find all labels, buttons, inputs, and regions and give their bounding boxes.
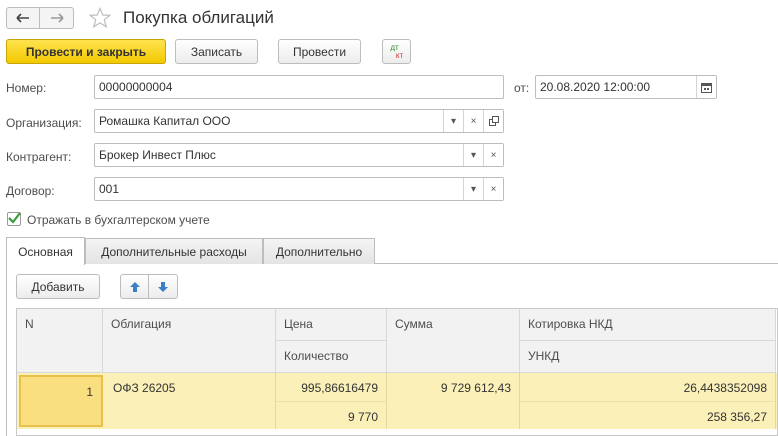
contract-clear-button[interactable]: × (483, 178, 503, 200)
move-up-button[interactable] (120, 274, 149, 299)
organization-dropdown-button[interactable]: ▾ (443, 110, 463, 132)
forward-button[interactable] (40, 7, 74, 29)
column-header-price[interactable]: Цена (276, 309, 387, 341)
table-row[interactable]: 1 ОФЗ 26205 995,86616479 9 770 9 729 612… (17, 373, 777, 429)
tab-main[interactable]: Основная (6, 237, 85, 265)
accounting-checkbox-label: Отражать в бухгалтерском учете (27, 213, 210, 227)
date-value: 20.08.2020 12:00:00 (540, 80, 651, 94)
counterparty-value: Брокер Инвест Плюс (99, 148, 216, 162)
cell-bond[interactable]: ОФЗ 26205 (103, 373, 276, 429)
contract-dropdown-button[interactable]: ▾ (463, 178, 483, 200)
organization-field[interactable]: Ромашка Капитал ООО ▾ × (94, 109, 504, 133)
dropdown-arrow-icon: ▾ (470, 183, 477, 195)
cell-price[interactable]: 995,86616479 (276, 373, 387, 401)
clear-icon: × (470, 115, 477, 127)
organization-clear-button[interactable]: × (463, 110, 483, 132)
post-and-close-button[interactable]: Провести и закрыть (6, 39, 166, 64)
contract-field[interactable]: 001 ▾ × (94, 177, 504, 201)
organization-label: Организация: (6, 116, 82, 130)
column-header-nkd-quote[interactable]: Котировка НКД (520, 309, 776, 341)
favorite-star-icon[interactable] (88, 6, 112, 32)
date-label: от: (514, 81, 530, 95)
back-button[interactable] (6, 7, 40, 29)
arrow-down-icon (158, 281, 168, 292)
tab-additional-expenses[interactable]: Дополнительные расходы (85, 238, 263, 264)
cell-unkd[interactable]: 258 356,27 (520, 401, 776, 429)
page-title: Покупка облигаций (123, 8, 274, 27)
column-header-n[interactable]: N (17, 309, 103, 373)
column-header-quantity[interactable]: Количество (276, 341, 387, 373)
arrow-up-icon (129, 281, 140, 292)
clear-icon: × (490, 149, 497, 161)
tab-additional[interactable]: Дополнительно (263, 238, 375, 264)
checkmark-icon (8, 212, 21, 224)
post-button[interactable]: Провести (278, 39, 361, 64)
column-header-amount[interactable]: Сумма (387, 309, 520, 373)
cell-quantity[interactable]: 9 770 (276, 401, 387, 429)
column-header-bond[interactable]: Облигация (103, 309, 276, 373)
number-label: Номер: (6, 81, 47, 95)
dropdown-arrow-icon: ▾ (470, 149, 477, 161)
cell-nkd-quote[interactable]: 26,4438352098 (520, 373, 776, 401)
clear-icon: × (490, 183, 497, 195)
open-form-icon (488, 116, 499, 126)
save-button[interactable]: Записать (175, 39, 258, 64)
counterparty-label: Контрагент: (6, 150, 72, 164)
date-field[interactable]: 20.08.2020 12:00:00 (535, 75, 717, 99)
move-down-button[interactable] (148, 274, 178, 299)
contract-label: Договор: (6, 184, 55, 198)
column-header-unkd[interactable]: УНКД (520, 341, 776, 373)
contract-value: 001 (99, 182, 120, 196)
tab-panel-border (6, 264, 7, 436)
dropdown-arrow-icon: ▾ (450, 115, 457, 127)
organization-open-button[interactable] (483, 110, 503, 132)
counterparty-field[interactable]: Брокер Инвест Плюс ▾ × (94, 143, 504, 167)
cell-amount[interactable]: 9 729 612,43 (387, 373, 520, 429)
number-field[interactable]: 00000000004 (94, 75, 504, 99)
arrow-left-icon (16, 13, 29, 23)
calendar-button[interactable] (696, 76, 716, 98)
arrow-right-icon (50, 13, 64, 23)
dt-kt-postings-button[interactable]: дт кт (382, 39, 411, 64)
calendar-icon (701, 82, 712, 93)
organization-value: Ромашка Капитал ООО (99, 114, 231, 128)
bonds-table[interactable]: N Облигация Цена Количество Сумма Котиро… (16, 308, 778, 436)
counterparty-dropdown-button[interactable]: ▾ (463, 144, 483, 166)
accounting-checkbox[interactable] (7, 212, 21, 226)
add-row-button[interactable]: Добавить (16, 274, 100, 299)
cell-n[interactable]: 1 (19, 375, 103, 427)
kt-label: кт (395, 50, 404, 60)
counterparty-clear-button[interactable]: × (483, 144, 503, 166)
